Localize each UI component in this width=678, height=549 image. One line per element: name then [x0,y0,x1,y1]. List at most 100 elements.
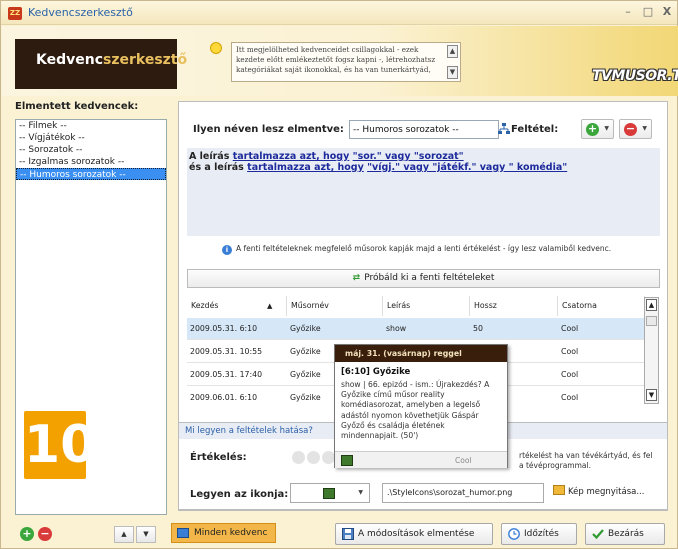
tv-show-icon [323,488,335,499]
name-label: Ilyen néven lesz elmentve: [193,124,344,135]
scroll-up-icon[interactable]: ▲ [646,299,657,311]
move-up-button[interactable]: ▲ [114,526,134,543]
brand-title-part1: Kedvenc [36,52,104,68]
cell-start: 2009.05.31. 17:40 [190,370,263,379]
info-icon: i [222,245,232,255]
add-condition-icon: + [586,122,599,136]
tooltip-title: [6:10] Győzike [341,367,411,377]
save-changes-label: A módosítások elmentése [358,529,475,539]
condition-tree-icon [498,123,510,134]
tooltip-footer: Cool [335,451,507,468]
window-title: Kedvencszerkesztő [28,6,133,19]
remove-condition-button[interactable]: − ▼ [619,119,652,139]
rule1-values-link[interactable]: "sor." vagy "sorozat" [353,151,464,162]
evaluation-note: rtékelést ha van tévékártyád, és fel a t… [519,451,652,471]
rating-star-icon[interactable] [292,451,305,464]
header-banner: Kedvencszerkesztő Itt megjelölheted kedv… [2,26,678,96]
favorites-editor-window: ZZ Kedvencszerkesztő – □ X Kedvencszerke… [0,0,678,549]
cell-description: show [386,324,407,333]
tooltip-channel: Cool [455,456,472,465]
remove-condition-icon: − [624,122,637,136]
step-number-badge: 10 [24,411,96,479]
cell-name: Győzike [290,324,321,333]
tooltip-header: máj. 31. (vasárnap) reggel [335,345,507,362]
save-changes-button[interactable]: A módosítások elmentése [335,523,493,545]
cell-channel: Cool [561,324,579,333]
rule1-operator-link[interactable]: tartalmazza azt, hogy [233,151,350,162]
rule2-values-link[interactable]: "vígj." vagy "játékf." vagy " komédia" [367,162,567,173]
sort-ascending-icon: ▲ [267,302,273,310]
tooltip-body: show | 66. epizód - ism.: Újrakezdés? A … [341,380,490,441]
all-favorites-button[interactable]: Minden kedvenc [171,523,276,543]
hint-scroll-down-icon[interactable]: ▼ [447,66,458,79]
conditions-area: A leírás tartalmazza azt, hogy "sor." va… [187,148,660,236]
timing-label: Időzítés [524,529,559,539]
saved-favorites-title: Elmentett kedvencek: [15,101,139,112]
hint-text: Itt megjelölheted kedvenceidet csillagok… [236,45,436,74]
brand-title: Kedvencszerkesztő [36,52,187,68]
rule2-prefix: és a leírás [189,162,244,173]
add-condition-button[interactable]: + ▼ [581,119,614,139]
chevron-down-icon: ▼ [358,489,363,496]
remove-favorite-icon[interactable]: − [38,527,52,541]
app-icon: ZZ [8,7,22,20]
maximize-button[interactable]: □ [639,4,657,20]
evaluation-note-line2: a tévéprogrammal. [519,461,591,470]
refresh-icon: ⇄ [352,273,361,283]
info-text: A fenti feltételeknek megfelelő műsorok … [236,244,612,253]
chevron-down-icon: ▼ [642,125,647,132]
column-header-channel[interactable]: Csatorna [558,296,645,316]
evaluation-note-line1: rtékelést ha van tévékártyád, és fel [519,451,653,460]
brand-box: Kedvencszerkesztő [15,39,187,89]
column-header-length[interactable]: Hossz [470,296,558,316]
table-scrollbar[interactable]: ▲ ▼ [644,297,659,404]
list-item-filmek[interactable]: -- Filmek -- [16,120,166,132]
close-button[interactable]: Bezárás [585,523,665,545]
open-image-label: Kép megnyitása... [568,487,645,497]
rating-star-icon[interactable] [307,451,320,464]
checkmark-icon [592,529,604,540]
hint-textbox[interactable]: Itt megjelölheted kedvenceidet csillagok… [231,42,461,82]
chevron-down-icon: ▼ [604,125,609,132]
title-bar: ZZ Kedvencszerkesztő – □ X [1,1,677,25]
rule-line-1: A leírás tartalmazza azt, hogy "sor." va… [189,151,658,162]
list-item-sorozatok[interactable]: -- Sorozatok -- [16,144,166,156]
timing-button[interactable]: Időzítés [501,523,577,545]
list-item-vigjatekok[interactable]: -- Vígjátékok -- [16,132,166,144]
hint-scroll-up-icon[interactable]: ▲ [447,45,458,58]
move-down-button[interactable]: ▼ [136,526,156,543]
column-header-name[interactable]: Műsornév [287,296,383,316]
brand-title-part2: szerkesztő [103,52,188,68]
table-row[interactable]: 2009.05.31. 6:10 Győzike show 50 Cool [187,318,645,340]
open-image-button[interactable]: Kép megnyitása... [553,485,644,497]
cell-start: 2009.05.31. 6:10 [190,324,258,333]
list-item-izgalmas-sorozatok[interactable]: -- Izgalmas sorozatok -- [16,156,166,168]
cell-length: 50 [473,324,483,333]
try-conditions-button[interactable]: ⇄ Próbáld ki a fenti feltételeket [187,269,660,288]
add-favorite-icon[interactable]: + [20,527,34,541]
evaluation-label: Értékelés: [190,452,247,463]
icon-path-input[interactable]: .\StyleIcons\sorozat_humor.png [382,483,544,503]
scroll-thumb[interactable] [646,316,657,326]
minimize-button[interactable]: – [619,4,637,20]
cell-channel: Cool [561,370,579,379]
list-item-humoros-sorozatok[interactable]: -- Humoros sorozatok -- [16,168,166,180]
rule2-operator-link[interactable]: tartalmazza azt, hogy [247,162,364,173]
folder-icon [553,485,565,495]
cell-channel: Cool [561,347,579,356]
tv-show-icon [341,455,353,466]
column-header-description[interactable]: Leírás [383,296,470,316]
list-icon [177,528,189,538]
column-header-start[interactable]: Kezdés ▲ [187,296,287,316]
favorite-name-input[interactable] [349,120,499,139]
close-label: Bezárás [608,529,644,539]
column-header-start-label: Kezdés [191,301,219,310]
lightbulb-icon [210,42,222,54]
save-disk-icon [342,528,354,540]
close-window-button[interactable]: X [658,4,676,20]
condition-label: Feltétel: [511,124,559,135]
program-tooltip: máj. 31. (vasárnap) reggel [6:10] Győzik… [334,344,508,468]
scroll-down-icon[interactable]: ▼ [646,389,657,401]
rule-line-2: és a leírás tartalmazza azt, hogy "vígj.… [189,162,658,173]
icon-select[interactable]: ▼ [290,483,370,503]
